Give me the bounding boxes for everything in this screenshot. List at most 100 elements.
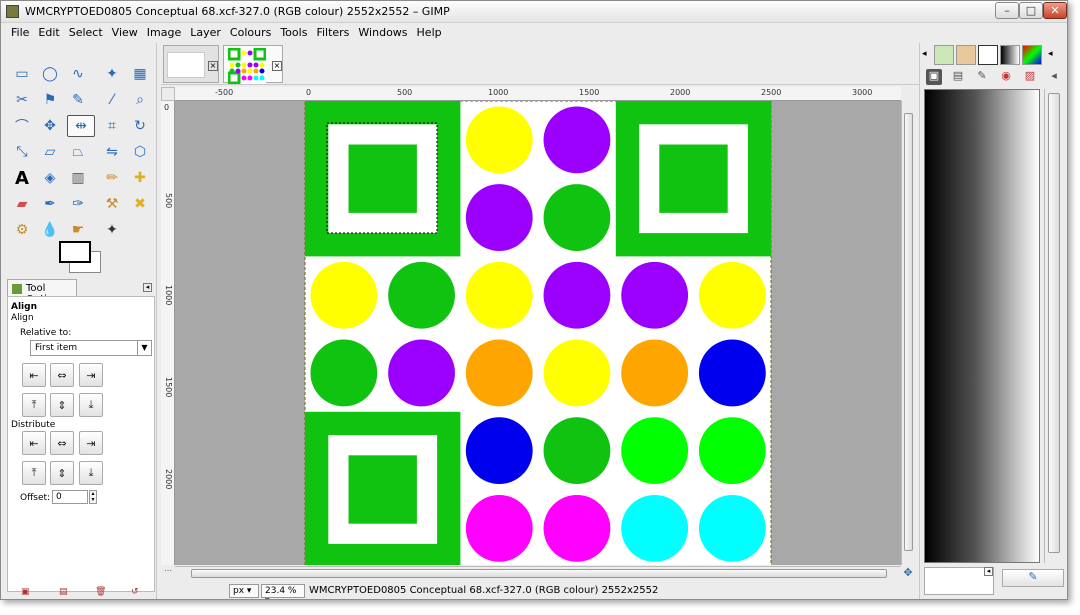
maximize-button[interactable]: □ bbox=[1019, 2, 1043, 19]
distribute-center-h-button[interactable]: ⇔ bbox=[50, 431, 74, 455]
quick-mask-icon[interactable]: ⋯ bbox=[161, 566, 175, 580]
minimize-button[interactable]: – bbox=[995, 2, 1019, 19]
unit-select[interactable]: px ▾ bbox=[229, 584, 259, 598]
menu-layer[interactable]: Layer bbox=[190, 26, 221, 39]
heal-alt-tool-icon[interactable]: ✖ bbox=[129, 193, 151, 215]
color-picker-tool-icon[interactable]: ⁄ bbox=[101, 89, 123, 111]
fg-bg-color-swatch[interactable] bbox=[59, 241, 105, 275]
distribute-left-button[interactable]: ⇤ bbox=[22, 431, 46, 455]
menu-filters[interactable]: Filters bbox=[316, 26, 349, 39]
image-tab-1[interactable]: × bbox=[163, 45, 219, 83]
menu-file[interactable]: File bbox=[11, 26, 29, 39]
dock-scroll-thumb[interactable] bbox=[1048, 93, 1060, 553]
distribute-bottom-button[interactable]: ⤓ bbox=[79, 461, 103, 485]
navigate-icon[interactable]: ✥ bbox=[901, 566, 915, 580]
zoom-select[interactable]: 23.4 % ▾ bbox=[261, 584, 305, 599]
crop-tool-icon[interactable]: ⌗ bbox=[101, 115, 123, 137]
dock-scrollbar[interactable] bbox=[1044, 89, 1064, 563]
flip-tool-icon[interactable]: ⇋ bbox=[101, 141, 123, 163]
align-right-button[interactable]: ⇥ bbox=[79, 363, 103, 387]
image-canvas[interactable] bbox=[175, 101, 901, 565]
close-tab-2-icon[interactable]: × bbox=[272, 61, 282, 71]
scissors-tool-icon[interactable]: ✂ bbox=[11, 89, 33, 111]
menu-help[interactable]: Help bbox=[417, 26, 442, 39]
close-tab-1-icon[interactable]: × bbox=[208, 61, 218, 71]
blur-tool-icon[interactable]: 💧 bbox=[39, 219, 61, 241]
text-tool-icon[interactable]: A bbox=[11, 167, 33, 189]
perspective-tool-icon[interactable]: ⏢ bbox=[67, 141, 89, 163]
align-bottom-button[interactable]: ⤓ bbox=[79, 393, 103, 417]
canvas-viewport[interactable] bbox=[175, 101, 901, 565]
align-center-h-button[interactable]: ⇔ bbox=[50, 363, 74, 387]
tab-tool-options[interactable]: Tool Options bbox=[7, 279, 77, 305]
horizontal-scroll-thumb[interactable] bbox=[191, 569, 887, 578]
dock-tab-fonts[interactable] bbox=[978, 45, 998, 65]
distribute-top-button[interactable]: ⤒ bbox=[22, 461, 46, 485]
foreground-select-tool-icon[interactable]: ⚑ bbox=[39, 89, 61, 111]
menu-tools[interactable]: Tools bbox=[280, 26, 307, 39]
menu-edit[interactable]: Edit bbox=[38, 26, 59, 39]
cage-transform-tool-icon[interactable]: ⬡ bbox=[129, 141, 151, 163]
align-middle-v-button[interactable]: ⇕ bbox=[50, 393, 74, 417]
free-select-tool-icon[interactable]: ∿ bbox=[67, 63, 89, 85]
dock-tab-patterns[interactable] bbox=[956, 45, 976, 65]
layers-icon[interactable]: ▣ bbox=[926, 69, 942, 85]
horizontal-ruler[interactable]: -500 0 500 1000 1500 2000 2500 3000 bbox=[175, 87, 901, 101]
menu-windows[interactable]: Windows bbox=[358, 26, 407, 39]
close-button[interactable]: ✕ bbox=[1043, 2, 1067, 19]
perspective-clone-tool-icon[interactable]: ⚙ bbox=[11, 219, 33, 241]
vertical-scrollbar[interactable] bbox=[901, 101, 915, 565]
select-by-color-tool-icon[interactable]: ▦ bbox=[129, 63, 151, 85]
menu-colours[interactable]: Colours bbox=[230, 26, 271, 39]
dodge-burn-tool-icon[interactable]: ✦ bbox=[101, 219, 123, 241]
menu-select[interactable]: Select bbox=[69, 26, 103, 39]
zoom-tool-icon[interactable]: ⌕ bbox=[129, 89, 151, 111]
relative-to-select[interactable]: First item ▼ bbox=[30, 340, 152, 356]
rotate-tool-icon[interactable]: ↻ bbox=[129, 115, 151, 137]
pencil-tool-icon[interactable]: ✏ bbox=[101, 167, 123, 189]
offset-input[interactable]: 0 bbox=[52, 490, 88, 504]
measure-tool-icon[interactable]: ⌒ bbox=[11, 115, 33, 137]
bucket-fill-tool-icon[interactable]: ◈ bbox=[39, 167, 61, 189]
gradient-preview[interactable] bbox=[924, 89, 1040, 563]
dock-tab-palettes[interactable] bbox=[1022, 45, 1042, 65]
paths-icon[interactable]: ✎ bbox=[974, 69, 990, 85]
align-top-button[interactable]: ⤒ bbox=[22, 393, 46, 417]
align-left-button[interactable]: ⇤ bbox=[22, 363, 46, 387]
offset-spinner[interactable]: ▴ ▾ bbox=[89, 490, 97, 504]
rect-select-tool-icon[interactable]: ▭ bbox=[11, 63, 33, 85]
vertical-ruler[interactable]: 0 500 1000 1500 2000 bbox=[161, 101, 175, 565]
delete-options-icon[interactable]: 🗑 bbox=[95, 587, 106, 597]
smudge-tool-icon[interactable]: ☛ bbox=[67, 219, 89, 241]
clone-tool-icon[interactable]: ⚒ bbox=[101, 193, 123, 215]
dock-preview-menu-icon[interactable]: ◂ bbox=[984, 567, 993, 576]
move-tool-icon[interactable]: ✥ bbox=[39, 115, 61, 137]
scale-tool-icon[interactable]: ⤡ bbox=[11, 141, 33, 163]
dock-menu-icon[interactable]: ◂ bbox=[922, 49, 927, 59]
edit-gradient-button[interactable]: ✎ bbox=[1002, 569, 1064, 587]
save-options-icon[interactable]: ▣ bbox=[21, 587, 31, 597]
vertical-scroll-thumb[interactable] bbox=[904, 113, 913, 551]
fuzzy-select-tool-icon[interactable]: ✦ bbox=[101, 63, 123, 85]
restore-options-icon[interactable]: ▤ bbox=[59, 587, 69, 597]
distribute-middle-v-button[interactable]: ⇕ bbox=[50, 461, 74, 485]
distribute-right-button[interactable]: ⇥ bbox=[79, 431, 103, 455]
tab-menu-icon[interactable]: ◂ bbox=[143, 283, 152, 292]
eraser-tool-icon[interactable]: ▰ bbox=[11, 193, 33, 215]
histogram-icon[interactable]: ▨ bbox=[1022, 69, 1038, 85]
undo-history-icon[interactable]: ◂ bbox=[1046, 69, 1062, 85]
channels-icon[interactable]: ▤ bbox=[950, 69, 966, 85]
ellipse-select-tool-icon[interactable]: ◯ bbox=[39, 63, 61, 85]
paths-tool-icon[interactable]: ✎ bbox=[67, 89, 89, 111]
colormap-icon[interactable]: ◉ bbox=[998, 69, 1014, 85]
dock-tab-menu-icon[interactable]: ◂ bbox=[1048, 49, 1053, 59]
horizontal-scrollbar[interactable] bbox=[175, 566, 901, 580]
airbrush-tool-icon[interactable]: ✒ bbox=[39, 193, 61, 215]
dock-tab-brushes[interactable] bbox=[934, 45, 954, 65]
reset-options-icon[interactable]: ↺ bbox=[131, 587, 141, 597]
foreground-color[interactable] bbox=[59, 241, 91, 263]
shear-tool-icon[interactable]: ▱ bbox=[39, 141, 61, 163]
ink-tool-icon[interactable]: ✑ bbox=[67, 193, 89, 215]
image-tab-2[interactable]: × bbox=[223, 45, 283, 84]
blend-tool-icon[interactable]: ▥ bbox=[67, 167, 89, 189]
